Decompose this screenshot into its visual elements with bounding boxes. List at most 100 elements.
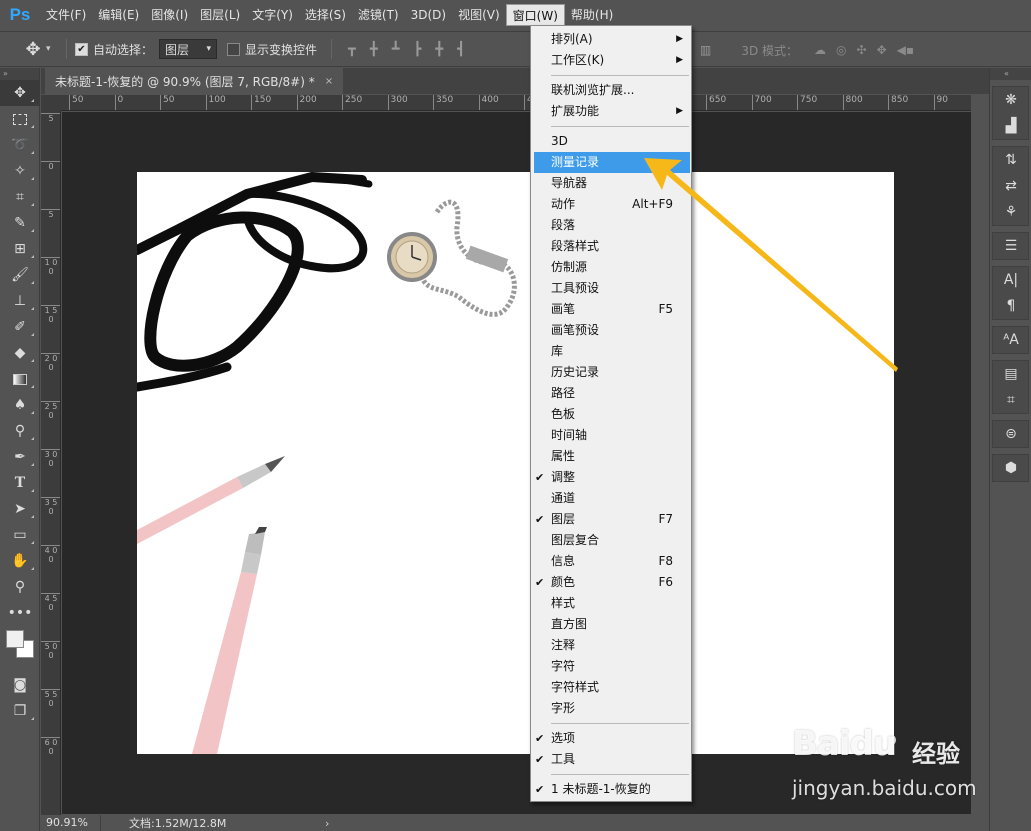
menu-layer[interactable]: 图层(L) [194, 4, 246, 26]
menu-type[interactable]: 文字(Y) [246, 4, 299, 26]
menu-filter[interactable]: 滤镜(T) [352, 4, 405, 26]
window-menu-item[interactable]: 路径 [531, 383, 691, 404]
window-menu-item[interactable]: ✔ 图层 F7 [531, 509, 691, 530]
watermark-cn: 经验 [912, 740, 960, 768]
slide-3d-icon[interactable]: ✥ [877, 43, 887, 57]
window-menu-item[interactable]: ✔ 颜色 F6 [531, 572, 691, 593]
menu-edit[interactable]: 编辑(E) [92, 4, 145, 26]
path-selection-tool-icon[interactable]: ➤ [0, 496, 40, 522]
window-menu-item[interactable]: 时间轴 [531, 425, 691, 446]
menu-view[interactable]: 视图(V) [452, 4, 506, 26]
libraries-icon[interactable]: ⊜ [993, 421, 1029, 447]
3d-panel-icon[interactable]: ⬢ [993, 455, 1029, 481]
window-menu-item[interactable]: 色板 [531, 404, 691, 425]
orbit-3d-icon[interactable]: ☁ [814, 43, 826, 57]
menu-3d[interactable]: 3D(D) [405, 4, 452, 26]
window-menu-item[interactable]: ✔ 调整 [531, 467, 691, 488]
window-menu-item[interactable]: ✔ 选项 [531, 728, 691, 749]
pocket-watch-image [387, 199, 517, 317]
vertical-ruler[interactable]: 5 0 5 1 0 0 1 5 0 2 0 0 2 5 0 3 0 0 3 5 0 4 0 0 4 … [41, 95, 61, 815]
window-menu-item[interactable]: 注释 [531, 635, 691, 656]
menu-select[interactable]: 选择(S) [299, 4, 352, 26]
histogram-icon[interactable]: ▟ [993, 113, 1029, 139]
window-menu-item[interactable]: 字符样式 [531, 677, 691, 698]
clone-stamp-tool-icon[interactable]: ⊥ [0, 288, 40, 314]
menu-window[interactable]: 窗口(W) [505, 4, 565, 26]
drag-3d-icon[interactable]: ✣ [857, 43, 867, 57]
window-menu-item[interactable]: 扩展功能 ▶ [531, 101, 691, 122]
auto-select-target-dropdown[interactable]: 图层 ▾ [159, 39, 218, 59]
window-menu-item[interactable]: 样式 [531, 593, 691, 614]
window-menu-item[interactable]: ✔ 1 未标题-1-恢复的 [531, 779, 691, 800]
clone-source-icon[interactable]: ☰ [993, 233, 1029, 259]
gradient-tool-icon[interactable] [0, 366, 40, 392]
status-menu-arrow[interactable]: › [325, 817, 329, 830]
window-menu-item[interactable]: 工作区(K) ▶ [531, 50, 691, 71]
window-menu-item[interactable]: 3D [531, 131, 691, 152]
chevron-down-icon[interactable]: ▾ [46, 44, 58, 54]
eyedropper-tool-icon[interactable]: ✎ [0, 210, 40, 236]
window-menu-item[interactable]: 属性 [531, 446, 691, 467]
align-vcenter-icon[interactable]: ╋ [370, 42, 378, 57]
paragraph-icon[interactable]: ¶ [993, 293, 1029, 319]
zoom-level[interactable]: 90.91% [41, 815, 101, 831]
menu-help[interactable]: 帮助(H) [565, 4, 619, 26]
zoom-tool-icon[interactable]: ⚲ [0, 574, 40, 600]
quick-mask-icon[interactable]: ◙ [0, 672, 40, 698]
character-icon[interactable]: A| [993, 267, 1029, 293]
move-tool-icon[interactable]: ✥ [0, 80, 40, 106]
pen-tool-icon[interactable]: ✒ [0, 444, 40, 470]
window-menu-item[interactable]: 字形 [531, 698, 691, 719]
close-icon[interactable]: × [325, 76, 333, 87]
window-menu-item[interactable]: 排列(A) ▶ [531, 29, 691, 50]
brush-settings-icon[interactable]: ⚘ [993, 199, 1029, 225]
marquee-tool-icon[interactable] [0, 106, 40, 132]
type-tool-icon[interactable]: T [0, 470, 40, 496]
character-styles-icon[interactable]: ᴬA [993, 327, 1029, 353]
lasso-tool-icon[interactable]: ➰ [0, 132, 40, 158]
menu-file[interactable]: 文件(F) [40, 4, 92, 26]
adjustments-icon[interactable]: ⇄ [993, 173, 1029, 199]
hand-tool-icon[interactable]: ✋ [0, 548, 40, 574]
history-brush-tool-icon[interactable]: ✐ [0, 314, 40, 340]
window-menu-item[interactable]: ✔ 工具 [531, 749, 691, 770]
menu-image[interactable]: 图像(I) [145, 4, 194, 26]
align-top-icon[interactable]: ┳ [348, 42, 356, 57]
align-bottom-icon[interactable]: ┻ [392, 42, 400, 57]
roll-3d-icon[interactable]: ◎ [836, 43, 846, 57]
rectangle-tool-icon[interactable]: ▭ [0, 522, 40, 548]
window-menu-item[interactable]: 图层复合 [531, 530, 691, 551]
history-icon[interactable]: ⇅ [993, 147, 1029, 173]
paragraph-styles-icon[interactable]: ▤ [993, 361, 1029, 387]
move-tool-preset-icon[interactable]: ✥ [20, 39, 46, 60]
dodge-tool-icon[interactable]: ⚲ [0, 418, 40, 444]
crop-tool-icon[interactable]: ⌗ [0, 184, 40, 210]
screen-mode-icon[interactable]: ❐ [0, 698, 40, 724]
collapse-icon[interactable]: « [990, 68, 1031, 80]
horizontal-ruler[interactable]: 5005010015020025030035040045050055060065… [61, 95, 971, 111]
auto-align-icon[interactable]: ▥ [700, 43, 711, 57]
brush-tool-icon[interactable]: 🖌 [0, 262, 40, 288]
navigator-icon[interactable]: ❋ [993, 87, 1029, 113]
healing-brush-tool-icon[interactable]: ⊞ [0, 236, 40, 262]
document-tab[interactable]: 未标题-1-恢复的 @ 90.9% (图层 7, RGB/8#) * × [45, 68, 344, 94]
auto-select-checkbox[interactable]: ✔ [75, 42, 88, 56]
window-menu-item[interactable]: 通道 [531, 488, 691, 509]
eraser-tool-icon[interactable]: ◆ [0, 340, 40, 366]
align-hcenter-icon[interactable]: ╋ [435, 42, 443, 57]
blur-tool-icon[interactable]: ♠ [0, 392, 40, 418]
window-menu-item[interactable]: 联机浏览扩展... [531, 80, 691, 101]
window-menu-item[interactable]: 直方图 [531, 614, 691, 635]
show-transform-checkbox[interactable] [227, 42, 241, 56]
scale-3d-icon[interactable]: ◀▪ [897, 43, 914, 57]
magic-wand-tool-icon[interactable]: ✧ [0, 158, 40, 184]
collapse-icon[interactable]: » [0, 68, 39, 80]
crop-panel-icon[interactable]: ⌗ [993, 387, 1029, 413]
window-menu-item[interactable]: 信息 F8 [531, 551, 691, 572]
more-tools-icon[interactable]: ••• [0, 600, 40, 626]
align-right-icon[interactable]: ┫ [457, 42, 465, 57]
align-left-icon[interactable]: ┣ [414, 42, 422, 57]
window-menu-item[interactable]: 字符 [531, 656, 691, 677]
foreground-color-swatch[interactable] [6, 630, 24, 648]
color-swatches[interactable] [0, 626, 40, 672]
